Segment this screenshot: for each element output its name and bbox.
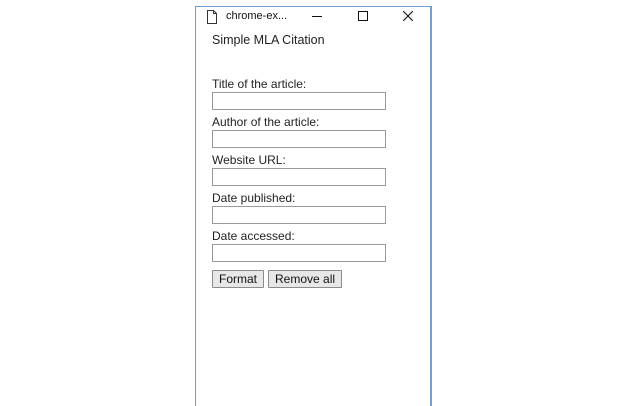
date-published-input[interactable] — [212, 206, 386, 224]
date-accessed-label: Date accessed: — [212, 229, 295, 243]
app-title: Simple MLA Citation — [212, 33, 325, 47]
title-input[interactable] — [212, 92, 386, 110]
format-button[interactable]: Format — [212, 270, 265, 288]
url-label: Website URL: — [212, 153, 286, 167]
close-icon — [402, 8, 414, 26]
popup-content: Simple MLA Citation Title of the article… — [212, 33, 417, 288]
title-label: Title of the article: — [212, 77, 307, 91]
url-input[interactable] — [212, 168, 386, 186]
citation-form: Title of the article: Author of the arti… — [212, 78, 417, 288]
page-icon — [206, 10, 218, 24]
maximize-button[interactable] — [348, 7, 378, 27]
remove-all-button[interactable]: Remove all — [268, 270, 343, 288]
date-published-label: Date published: — [212, 191, 296, 205]
maximize-icon — [358, 8, 368, 26]
title-bar: chrome-ex... — [196, 7, 430, 27]
close-button[interactable] — [393, 7, 423, 27]
author-label: Author of the article: — [212, 115, 320, 129]
date-accessed-input[interactable] — [212, 244, 386, 262]
minimize-icon — [312, 8, 322, 26]
action-buttons: Format Remove all — [212, 270, 417, 288]
window-title: chrome-ex... — [226, 10, 288, 22]
popup-window: chrome-ex... Simple MLA Citation Title o… — [195, 6, 432, 406]
minimize-button[interactable] — [302, 7, 332, 27]
author-input[interactable] — [212, 130, 386, 148]
